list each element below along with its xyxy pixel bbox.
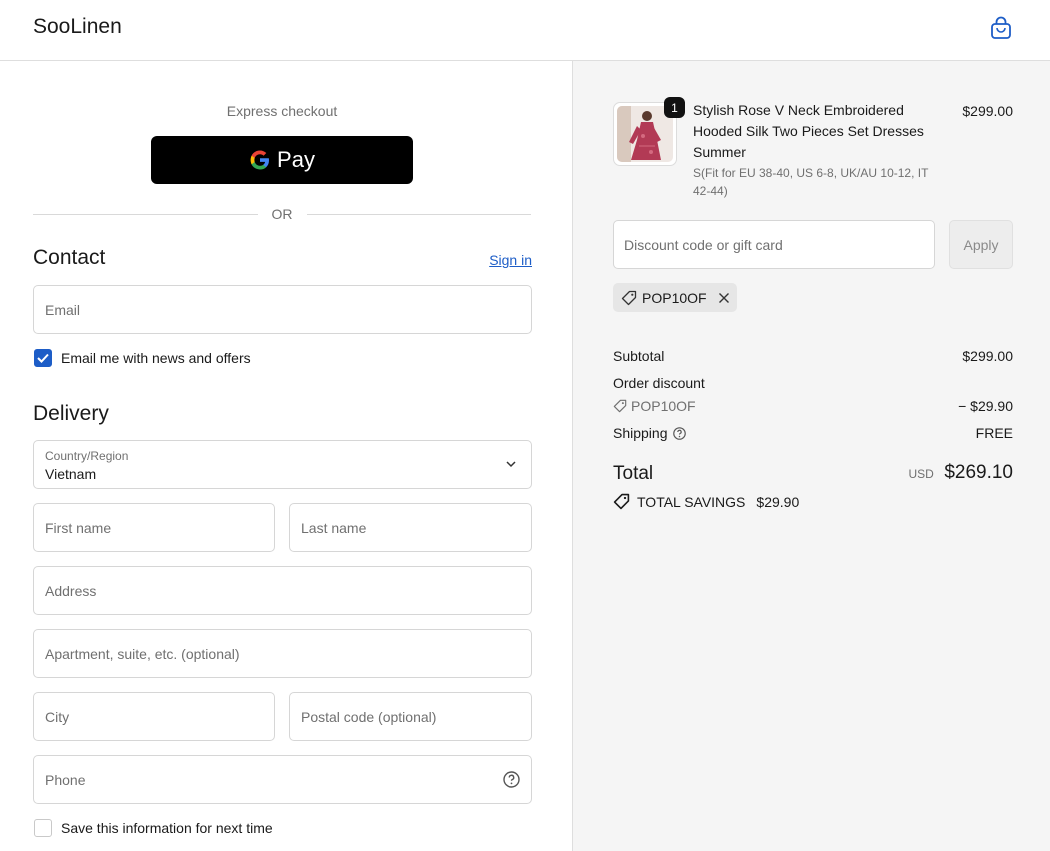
shopping-bag-icon: [991, 16, 1011, 39]
save-info-checkbox[interactable]: [34, 819, 52, 837]
shipping-label-row: Shipping: [613, 425, 686, 441]
cart-button[interactable]: [988, 14, 1014, 42]
email-input[interactable]: [34, 286, 531, 333]
first-name-input[interactable]: [34, 504, 274, 551]
google-pay-label: Pay: [277, 147, 315, 172]
brand-logo[interactable]: SooLinen: [33, 15, 122, 39]
quantity-badge: 1: [664, 97, 685, 118]
savings-label: TOTAL SAVINGS: [637, 493, 746, 510]
save-info-label: Save this information for next time: [61, 820, 273, 836]
newsletter-checkbox-row[interactable]: Email me with news and offers: [34, 349, 251, 367]
express-checkout-label: Express checkout: [226, 103, 338, 119]
discount-field-wrap: [613, 220, 935, 269]
postal-code-field-wrap: [289, 692, 532, 741]
product-thumbnail: 1: [613, 97, 685, 166]
email-field-wrap: [33, 285, 532, 334]
header: SooLinen: [0, 0, 1050, 61]
applied-discount-chip: POP10OF: [613, 283, 737, 312]
apply-button[interactable]: Apply: [949, 220, 1013, 269]
save-info-checkbox-row[interactable]: Save this information for next time: [34, 819, 273, 837]
country-value: Vietnam: [45, 466, 97, 482]
newsletter-checkbox[interactable]: [34, 349, 52, 367]
discount-value: − $29.90: [958, 398, 1013, 414]
discount-code-label: POP10OF: [631, 398, 696, 414]
apartment-input[interactable]: [34, 630, 531, 677]
applied-code-label: POP10OF: [642, 289, 707, 306]
country-select[interactable]: Country/Region Vietnam: [33, 440, 532, 489]
newsletter-label: Email me with news and offers: [61, 350, 251, 366]
savings-tag-icon: [613, 493, 630, 510]
sign-in-link[interactable]: Sign in: [470, 252, 532, 268]
help-circle-icon[interactable]: [503, 771, 520, 788]
total-value-wrap: USD $269.10: [860, 462, 1013, 484]
total-label: Total: [613, 463, 654, 484]
city-field-wrap: [33, 692, 275, 741]
first-name-field-wrap: [33, 503, 275, 552]
address-input[interactable]: [34, 567, 531, 614]
product-variant: S(Fit for EU 38-40, US 6-8, UK/AU 10-12,…: [693, 166, 929, 198]
phone-field-wrap: [33, 755, 532, 804]
discount-input[interactable]: [614, 221, 934, 268]
postal-code-input[interactable]: [290, 693, 531, 740]
product-price: $299.00: [962, 103, 1013, 119]
chevron-down-icon: [506, 461, 516, 468]
google-pay-button[interactable]: Pay: [151, 136, 413, 184]
total-amount: $269.10: [944, 462, 1013, 483]
delivery-title: Delivery: [33, 402, 109, 425]
last-name-input[interactable]: [290, 504, 531, 551]
tag-icon: [621, 290, 637, 305]
apartment-field-wrap: [33, 629, 532, 678]
savings-value: $29.90: [756, 493, 800, 510]
total-savings-row: TOTAL SAVINGS $29.90: [613, 493, 799, 510]
discount-code-row: POP10OF: [613, 398, 696, 414]
subtotal-label: Subtotal: [613, 348, 665, 364]
address-field-wrap: [33, 566, 532, 615]
product-name: Stylish Rose V Neck Embroidered Hooded S…: [693, 102, 924, 160]
phone-input[interactable]: [34, 756, 531, 803]
or-label: OR: [271, 206, 293, 222]
divider-line: [33, 213, 258, 215]
city-input[interactable]: [34, 693, 274, 740]
order-discount-label: Order discount: [613, 375, 705, 391]
total-currency: USD: [908, 467, 934, 481]
close-icon: [718, 292, 729, 303]
contact-title: Contact: [33, 246, 106, 269]
shipping-value: FREE: [975, 425, 1013, 441]
country-label: Country/Region: [45, 449, 129, 463]
google-g-icon: [250, 150, 270, 170]
divider-line: [306, 213, 531, 215]
last-name-field-wrap: [289, 503, 532, 552]
shipping-label: Shipping: [613, 425, 668, 441]
remove-discount-button[interactable]: [718, 292, 730, 304]
subtotal-value: $299.00: [962, 348, 1013, 364]
tag-icon: [613, 399, 627, 413]
checkmark-icon: [37, 353, 49, 363]
help-circle-icon[interactable]: [672, 426, 686, 440]
or-divider: OR: [33, 205, 531, 223]
